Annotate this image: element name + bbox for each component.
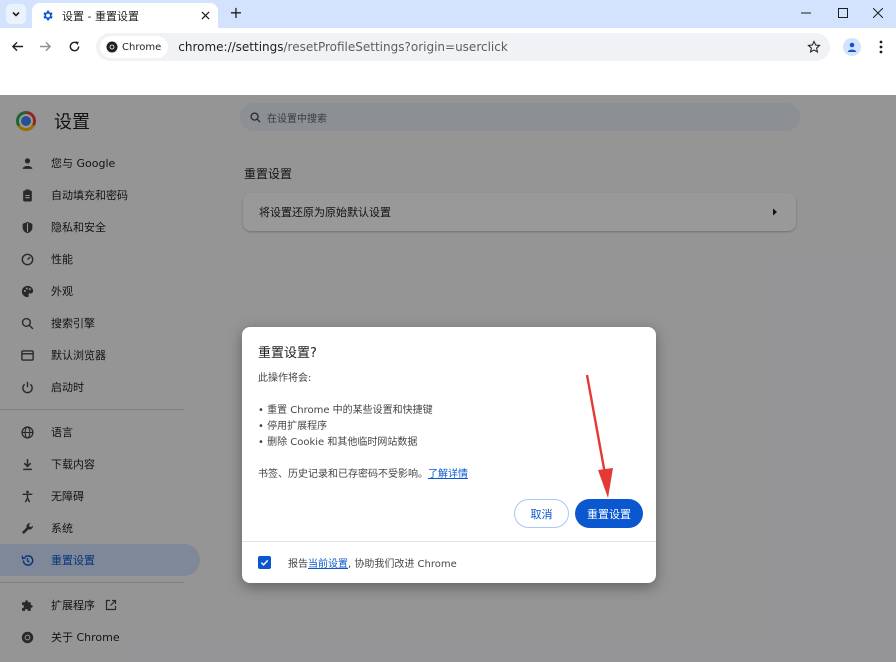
- star-icon: [807, 40, 821, 53]
- site-info-label: Chrome: [122, 41, 162, 53]
- learn-more-link[interactable]: 了解详情: [428, 469, 468, 480]
- url-host: chrome://settings: [178, 40, 284, 54]
- chevron-down-icon: [12, 11, 20, 17]
- url-text[interactable]: chrome://settings/resetProfileSettings?o…: [178, 40, 508, 54]
- arrow-right-icon: [39, 41, 51, 51]
- reload-button[interactable]: [65, 37, 83, 55]
- dialog-title: 重置设置?: [258, 346, 317, 361]
- annotation-arrow: [585, 374, 613, 498]
- chrome-icon: [106, 41, 118, 53]
- maximize-icon: [838, 8, 848, 18]
- minimize-button[interactable]: [796, 4, 816, 22]
- report-prefix: 报告: [288, 559, 308, 570]
- tab-settings[interactable]: 设置 - 重置设置: [32, 3, 218, 28]
- dialog-divider: [242, 541, 656, 542]
- profile-button[interactable]: [843, 38, 861, 56]
- bookmark-star-button[interactable]: [806, 39, 822, 55]
- person-icon: [847, 42, 857, 52]
- tab-search-button[interactable]: [6, 4, 26, 24]
- maximize-button[interactable]: [833, 4, 853, 22]
- browser-menu-button[interactable]: [874, 38, 888, 56]
- toolbar: Chrome chrome://settings/resetProfileSet…: [0, 28, 896, 66]
- tab-strip: 设置 - 重置设置 +: [0, 0, 896, 28]
- url-path: /resetProfileSettings?origin=userclick: [283, 40, 508, 54]
- tab-title: 设置 - 重置设置: [62, 9, 139, 23]
- report-checkbox[interactable]: [258, 556, 271, 569]
- gear-icon: [40, 9, 54, 23]
- forward-button[interactable]: [36, 37, 54, 55]
- new-tab-button[interactable]: +: [227, 4, 245, 22]
- cancel-button[interactable]: 取消: [514, 499, 569, 528]
- plus-icon: +: [229, 3, 243, 22]
- current-settings-link[interactable]: 当前设置: [308, 555, 348, 570]
- arrow-left-icon: [11, 41, 23, 51]
- check-icon: [260, 559, 269, 566]
- back-button[interactable]: [8, 37, 26, 55]
- minimize-icon: [801, 12, 811, 14]
- close-icon[interactable]: [198, 9, 212, 23]
- site-info-chip[interactable]: Chrome: [100, 36, 169, 58]
- more-vert-icon: [879, 40, 883, 54]
- address-bar[interactable]: Chrome chrome://settings/resetProfileSet…: [96, 33, 830, 61]
- report-settings-option: 报告 当前设置, 协助我们改进 Chrome: [258, 555, 457, 570]
- report-suffix: , 协助我们改进 Chrome: [348, 559, 457, 570]
- reset-settings-button[interactable]: 重置设置: [575, 499, 643, 528]
- dialog-note-text: 书签、历史记录和已存密码不受影响。: [258, 469, 428, 480]
- reload-icon: [69, 40, 79, 51]
- close-window-button[interactable]: [868, 4, 888, 22]
- close-icon: [873, 8, 883, 18]
